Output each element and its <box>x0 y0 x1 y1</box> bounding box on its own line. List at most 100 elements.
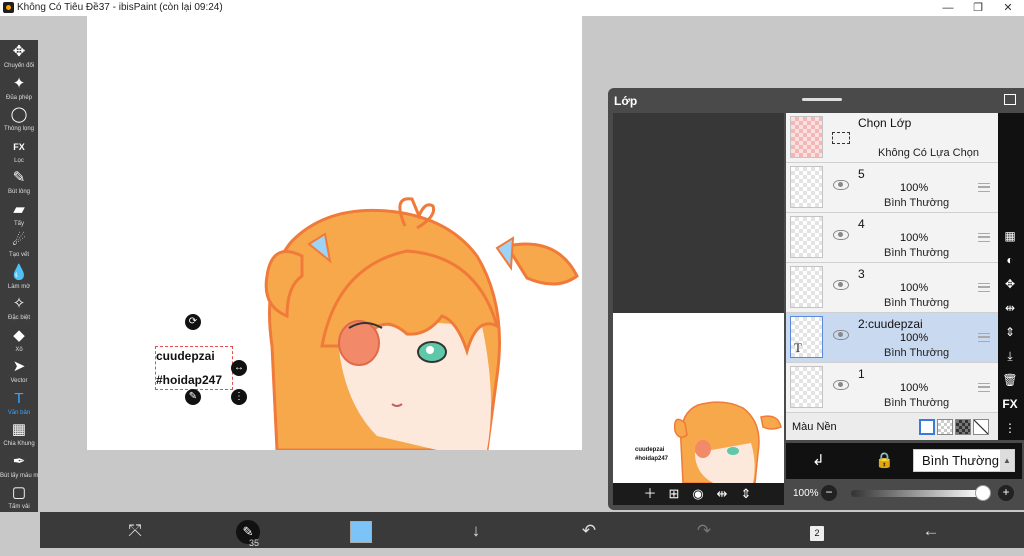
tool-smudge[interactable]: ☄ Tạo vết <box>0 231 38 263</box>
tool-canvas[interactable]: ▢ Tấm vải <box>0 483 38 515</box>
layer-more-icon[interactable]: ⋮ <box>999 418 1021 438</box>
flip-horizontal-icon[interactable]: ⇹ <box>713 486 731 502</box>
drag-handle-icon[interactable] <box>978 183 990 192</box>
layer-blend-mode: Bình Thường <box>884 247 950 259</box>
color-swatch-button[interactable] <box>350 518 372 544</box>
transform-tool-icon[interactable]: ⤧ <box>124 518 146 544</box>
tool-blur[interactable]: 💧 Làm mờ <box>0 263 38 295</box>
visibility-eye-icon[interactable] <box>833 280 849 290</box>
tool-fill[interactable]: ◆ Xô <box>0 326 38 358</box>
merge-down-icon[interactable]: ⤓ <box>999 346 1021 366</box>
edit-text-icon[interactable]: ✎ <box>185 389 201 405</box>
layer-fx-button[interactable]: FX <box>999 394 1021 414</box>
tool-magic-wand[interactable]: ✦ Đũa phép <box>0 74 38 106</box>
thumbnail-text-2: #hoidap247 <box>635 456 669 462</box>
tool-special[interactable]: ✧ Đặc biệt <box>0 294 38 326</box>
layer-blend-mode: Bình Thường <box>884 397 950 409</box>
delete-layer-icon[interactable]: 🗑 <box>999 370 1021 390</box>
selection-layer-row[interactable]: Chọn Lớp Không Có Lựa Chọn <box>786 113 998 163</box>
bg-none-swatch[interactable] <box>973 419 989 435</box>
visibility-eye-icon[interactable] <box>833 230 849 240</box>
opacity-label: 100% <box>793 488 819 499</box>
flip-layer-vertical-icon[interactable]: ⇕ <box>999 322 1021 342</box>
layer-row[interactable]: 5 100% Bình Thường <box>786 163 998 213</box>
duplicate-layer-icon[interactable]: ⊞ <box>665 486 683 502</box>
tool-label: Tạo vết <box>8 252 29 258</box>
vector-icon: ➤ <box>12 358 26 375</box>
layer-row[interactable]: 4 100% Bình Thường <box>786 213 998 263</box>
layer-thumbnail <box>790 266 823 308</box>
opacity-slider[interactable] <box>851 490 981 497</box>
rotate-handle-icon[interactable]: ⟳ <box>185 314 201 330</box>
layer-count-badge: 2 <box>810 526 824 541</box>
opacity-decrease-button[interactable]: − <box>821 485 837 501</box>
layer-row[interactable]: 1 100% Bình Thường <box>786 363 998 413</box>
bg-white-swatch[interactable] <box>919 419 935 435</box>
clip-arrow-icon[interactable]: ↲ <box>812 451 825 469</box>
tool-eraser[interactable]: ▰ Tẩy <box>0 200 38 232</box>
tool-label: Bút lấy mẫu màu <box>0 472 38 479</box>
visibility-eye-icon[interactable] <box>833 380 849 390</box>
tool-fx[interactable]: FX Lọc <box>0 137 38 169</box>
canvas-text-line-1[interactable]: cuudepzai <box>156 349 215 363</box>
frame-divider-icon: ▦ <box>11 421 27 438</box>
camera-icon[interactable]: ◉ <box>689 486 707 502</box>
visibility-eye-icon[interactable] <box>833 330 849 340</box>
more-options-icon[interactable]: ⋮ <box>231 389 247 405</box>
flip-vertical-icon[interactable]: ⇕ <box>737 486 755 502</box>
add-layer-icon[interactable]: ＋ <box>641 486 659 502</box>
tool-label: Đũa phép <box>5 94 33 101</box>
layer-opacity: 100% <box>900 332 929 344</box>
expand-panel-icon[interactable] <box>1004 94 1016 105</box>
lasso-icon: ◯ <box>10 106 28 123</box>
download-arrow-icon[interactable]: ↓ <box>465 518 487 544</box>
redo-icon[interactable]: ↷ <box>693 518 715 544</box>
clipping-icon[interactable]: ◐ <box>999 250 1021 270</box>
layer-name: 3 <box>858 267 865 281</box>
canvas-text-line-2[interactable]: #hoidap247 <box>156 373 222 387</box>
layer-row[interactable]: T 2:cuudepzai 100% Bình Thường <box>786 313 998 363</box>
opacity-slider-knob[interactable] <box>975 485 991 501</box>
tool-label: Thòng lọng <box>3 126 35 132</box>
bg-checker-swatch[interactable] <box>937 419 953 435</box>
flip-layer-horizontal-icon[interactable]: ⇹ <box>999 298 1021 318</box>
close-button[interactable]: ✕ <box>993 0 1023 16</box>
tool-lasso[interactable]: ◯ Thòng lọng <box>0 105 38 137</box>
layer-row[interactable]: 3 100% Bình Thường <box>786 263 998 313</box>
resize-handle-icon[interactable]: ↔ <box>231 360 247 376</box>
undo-icon[interactable]: ↶ <box>578 518 600 544</box>
tool-eyedropper[interactable]: ✒ Bút lấy mẫu màu <box>0 452 38 484</box>
layer-thumbnail <box>790 216 823 258</box>
minimize-button[interactable]: — <box>933 0 963 16</box>
tool-brush[interactable]: ✎ Bút lông <box>0 168 38 200</box>
drag-handle-icon[interactable] <box>978 283 990 292</box>
special-icon: ✧ <box>12 295 26 312</box>
drag-handle-icon[interactable] <box>978 333 990 342</box>
panel-drag-handle[interactable] <box>802 98 842 101</box>
selection-status: Không Có Lựa Chọn <box>878 147 979 159</box>
checker-icon[interactable]: ▦ <box>999 226 1021 246</box>
drag-handle-icon[interactable] <box>978 383 990 392</box>
brush-size-button[interactable]: ✎ 35 <box>235 518 261 548</box>
visibility-eye-icon[interactable] <box>833 180 849 190</box>
drag-handle-icon[interactable] <box>978 233 990 242</box>
tool-frame-divider[interactable]: ▦ Chia Khung <box>0 420 38 452</box>
window-title: Không Có Tiêu Đề37 - ibisPaint (còn lại … <box>17 2 223 13</box>
maximize-button[interactable]: ❐ <box>963 0 993 16</box>
layer-blend-mode: Bình Thường <box>884 347 950 359</box>
tool-label: Đặc biệt <box>7 315 30 321</box>
tool-vector[interactable]: ➤ Vector <box>0 357 38 389</box>
move-layer-icon[interactable]: ✥ <box>999 274 1021 294</box>
layers-button[interactable]: 2 <box>806 518 828 544</box>
background-label: Màu Nền <box>792 421 837 433</box>
back-arrow-icon[interactable]: ← <box>920 518 942 544</box>
lock-alpha-icon[interactable]: 🔒 <box>875 451 894 469</box>
tool-move[interactable]: ✥ Chuyển đổi <box>0 42 38 74</box>
blend-mode-select[interactable]: Bình Thường ▲ <box>913 449 1015 472</box>
opacity-increase-button[interactable]: + <box>998 485 1014 501</box>
bg-dark-checker-swatch[interactable] <box>955 419 971 435</box>
tool-text[interactable]: T Văn bản <box>0 389 38 421</box>
layer-opacity: 100% <box>900 282 929 294</box>
dropdown-arrow-icon: ▲ <box>1000 450 1014 471</box>
layer-name: 4 <box>858 217 865 231</box>
